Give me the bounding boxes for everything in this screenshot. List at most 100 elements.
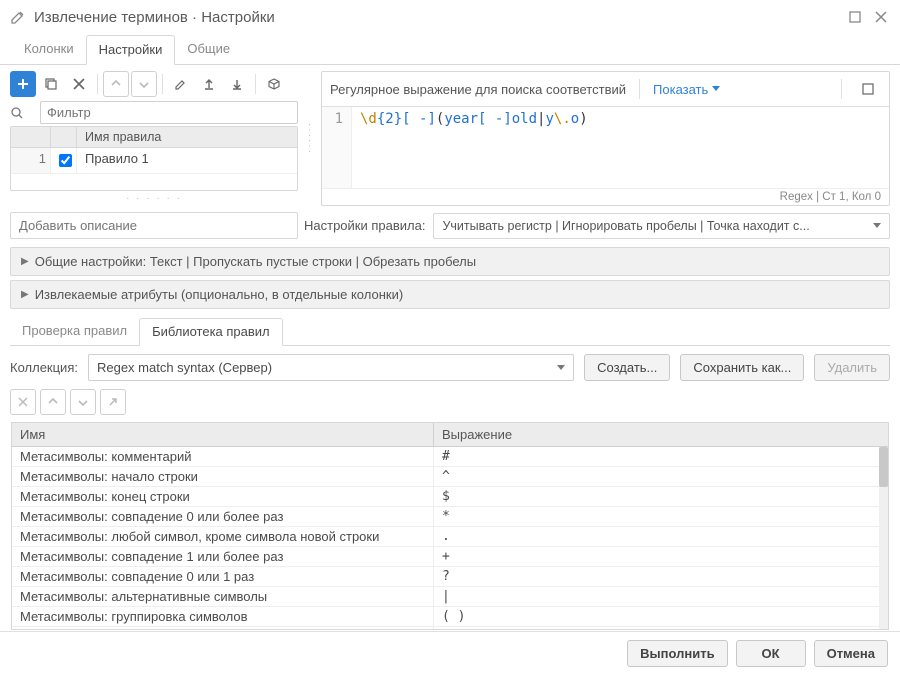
collection-select[interactable]: Regex match syntax (Сервер) (88, 354, 574, 381)
library-table-body[interactable]: Метасимволы: комментарий#Метасимволы: на… (11, 447, 889, 630)
resize-handle-horizontal[interactable]: · · · · · · (10, 191, 298, 206)
maximize-icon[interactable] (846, 8, 864, 26)
create-button[interactable]: Создать... (584, 354, 670, 381)
expand-icon[interactable] (855, 76, 881, 102)
tab-rule-check[interactable]: Проверка правил (10, 318, 139, 346)
delete-collection-button: Удалить (814, 354, 890, 381)
tab-settings[interactable]: Настройки (86, 35, 176, 65)
lib-close-button[interactable] (10, 389, 36, 415)
lib-up-button[interactable] (40, 389, 66, 415)
rule-name: Правило 1 (77, 148, 297, 173)
library-row-expr: + (434, 547, 888, 566)
rule-settings-label: Настройки правила: (304, 218, 425, 233)
library-row-name: Метасимволы: альтернативные символы (12, 587, 434, 606)
triangle-right-icon: ▶ (21, 289, 29, 300)
rules-header-name: Имя правила (77, 127, 297, 147)
ok-button[interactable]: ОК (736, 640, 806, 667)
library-row-expr: | (434, 587, 888, 606)
filter-input[interactable] (40, 101, 298, 124)
library-row-expr: # (434, 447, 888, 466)
run-button[interactable]: Выполнить (627, 640, 727, 667)
titlebar: Извлечение терминов · Настройки (0, 0, 900, 30)
close-icon[interactable] (872, 8, 890, 26)
separator (162, 74, 163, 94)
library-row-name: Метасимволы: начало строки (12, 467, 434, 486)
lib-open-button[interactable] (100, 389, 126, 415)
scrollbar[interactable] (879, 447, 888, 629)
copy-button[interactable] (38, 71, 64, 97)
tab-columns[interactable]: Колонки (12, 35, 86, 65)
code-heading: Регулярное выражение для поиска соответс… (330, 82, 626, 97)
separator (841, 79, 842, 99)
separator (97, 74, 98, 94)
library-row-name: Метасимволы: любой символ, кроме символа… (12, 527, 434, 546)
rules-toolbar (10, 71, 298, 97)
move-up-button[interactable] (103, 71, 129, 97)
library-row[interactable]: Метасимволы: совпадение 0 или 1 раз? (12, 567, 888, 587)
dialog-footer: Выполнить ОК Отмена (0, 631, 900, 675)
library-row[interactable]: Метасимволы: набор символов[ ] (12, 627, 888, 630)
search-icon (10, 106, 36, 120)
rule-enabled-checkbox[interactable] (59, 154, 72, 167)
library-row[interactable]: Метасимволы: конец строки$ (12, 487, 888, 507)
library-row[interactable]: Метасимволы: группировка символов( ) (12, 607, 888, 627)
lib-header-name: Имя (12, 423, 434, 446)
triangle-right-icon: ▶ (21, 256, 29, 267)
library-row-name: Метасимволы: группировка символов (12, 607, 434, 626)
lower-tabs: Проверка правил Библиотека правил (10, 317, 890, 346)
separator (255, 74, 256, 94)
resize-handle-vertical[interactable]: ······ (304, 123, 315, 155)
accordion-general-settings[interactable]: ▶ Общие настройки: Текст | Пропускать пу… (10, 247, 890, 276)
edit-button[interactable] (168, 71, 194, 97)
separator (639, 79, 640, 99)
top-tabs: Колонки Настройки Общие (0, 34, 900, 65)
line-number: 1 (322, 107, 352, 188)
library-row-name: Метасимволы: совпадение 0 или более раз (12, 507, 434, 526)
library-row[interactable]: Метасимволы: совпадение 0 или более раз* (12, 507, 888, 527)
library-row-name: Метасимволы: набор символов (12, 627, 434, 630)
library-row[interactable]: Метасимволы: совпадение 1 или более раз+ (12, 547, 888, 567)
library-row-expr: ( ) (434, 607, 888, 626)
library-toolbar (10, 389, 890, 415)
library-row-expr: [ ] (434, 627, 888, 630)
lib-header-expr: Выражение (434, 423, 888, 446)
show-dropdown[interactable]: Показать (653, 82, 720, 97)
tab-general[interactable]: Общие (175, 35, 242, 65)
library-row[interactable]: Метасимволы: любой символ, кроме символа… (12, 527, 888, 547)
library-row[interactable]: Метасимволы: альтернативные символы| (12, 587, 888, 607)
library-row-expr: $ (434, 487, 888, 506)
download-button[interactable] (224, 71, 250, 97)
library-row-name: Метасимволы: комментарий (12, 447, 434, 466)
library-table-header: Имя Выражение (11, 422, 889, 447)
rule-number: 1 (11, 148, 51, 173)
library-row-expr: * (434, 507, 888, 526)
library-row-expr: . (434, 527, 888, 546)
delete-button[interactable] (66, 71, 92, 97)
pencil-icon (10, 9, 26, 25)
scroll-thumb[interactable] (879, 447, 888, 487)
code-status: Regex | Ст 1, Кол 0 (322, 188, 889, 205)
library-row-expr: ^ (434, 467, 888, 486)
library-row-name: Метасимволы: совпадение 0 или 1 раз (12, 567, 434, 586)
add-button[interactable] (10, 71, 36, 97)
library-row-expr: ? (434, 567, 888, 586)
tab-rule-library[interactable]: Библиотека правил (139, 318, 283, 346)
rule-row[interactable]: 1 Правило 1 (11, 148, 297, 174)
accordion-extracted-attributes[interactable]: ▶ Извлекаемые атрибуты (опционально, в о… (10, 280, 890, 309)
rule-settings-dropdown[interactable]: Учитывать регистр | Игнорировать пробелы… (433, 213, 890, 239)
library-row-name: Метасимволы: конец строки (12, 487, 434, 506)
lib-down-button[interactable] (70, 389, 96, 415)
rules-table: Имя правила 1 Правило 1 (10, 126, 298, 191)
cancel-button[interactable]: Отмена (814, 640, 888, 667)
code-editor[interactable]: 1 \d{2}[ -](year[ -]old|y\.o) (322, 107, 889, 188)
library-row[interactable]: Метасимволы: начало строки^ (12, 467, 888, 487)
description-input[interactable] (10, 212, 298, 239)
collection-label: Коллекция: (10, 360, 78, 375)
library-row-name: Метасимволы: совпадение 1 или более раз (12, 547, 434, 566)
window-title: Извлечение терминов · Настройки (34, 9, 838, 26)
cube-button[interactable] (261, 71, 287, 97)
move-down-button[interactable] (131, 71, 157, 97)
save-as-button[interactable]: Сохранить как... (680, 354, 804, 381)
upload-button[interactable] (196, 71, 222, 97)
library-row[interactable]: Метасимволы: комментарий# (12, 447, 888, 467)
